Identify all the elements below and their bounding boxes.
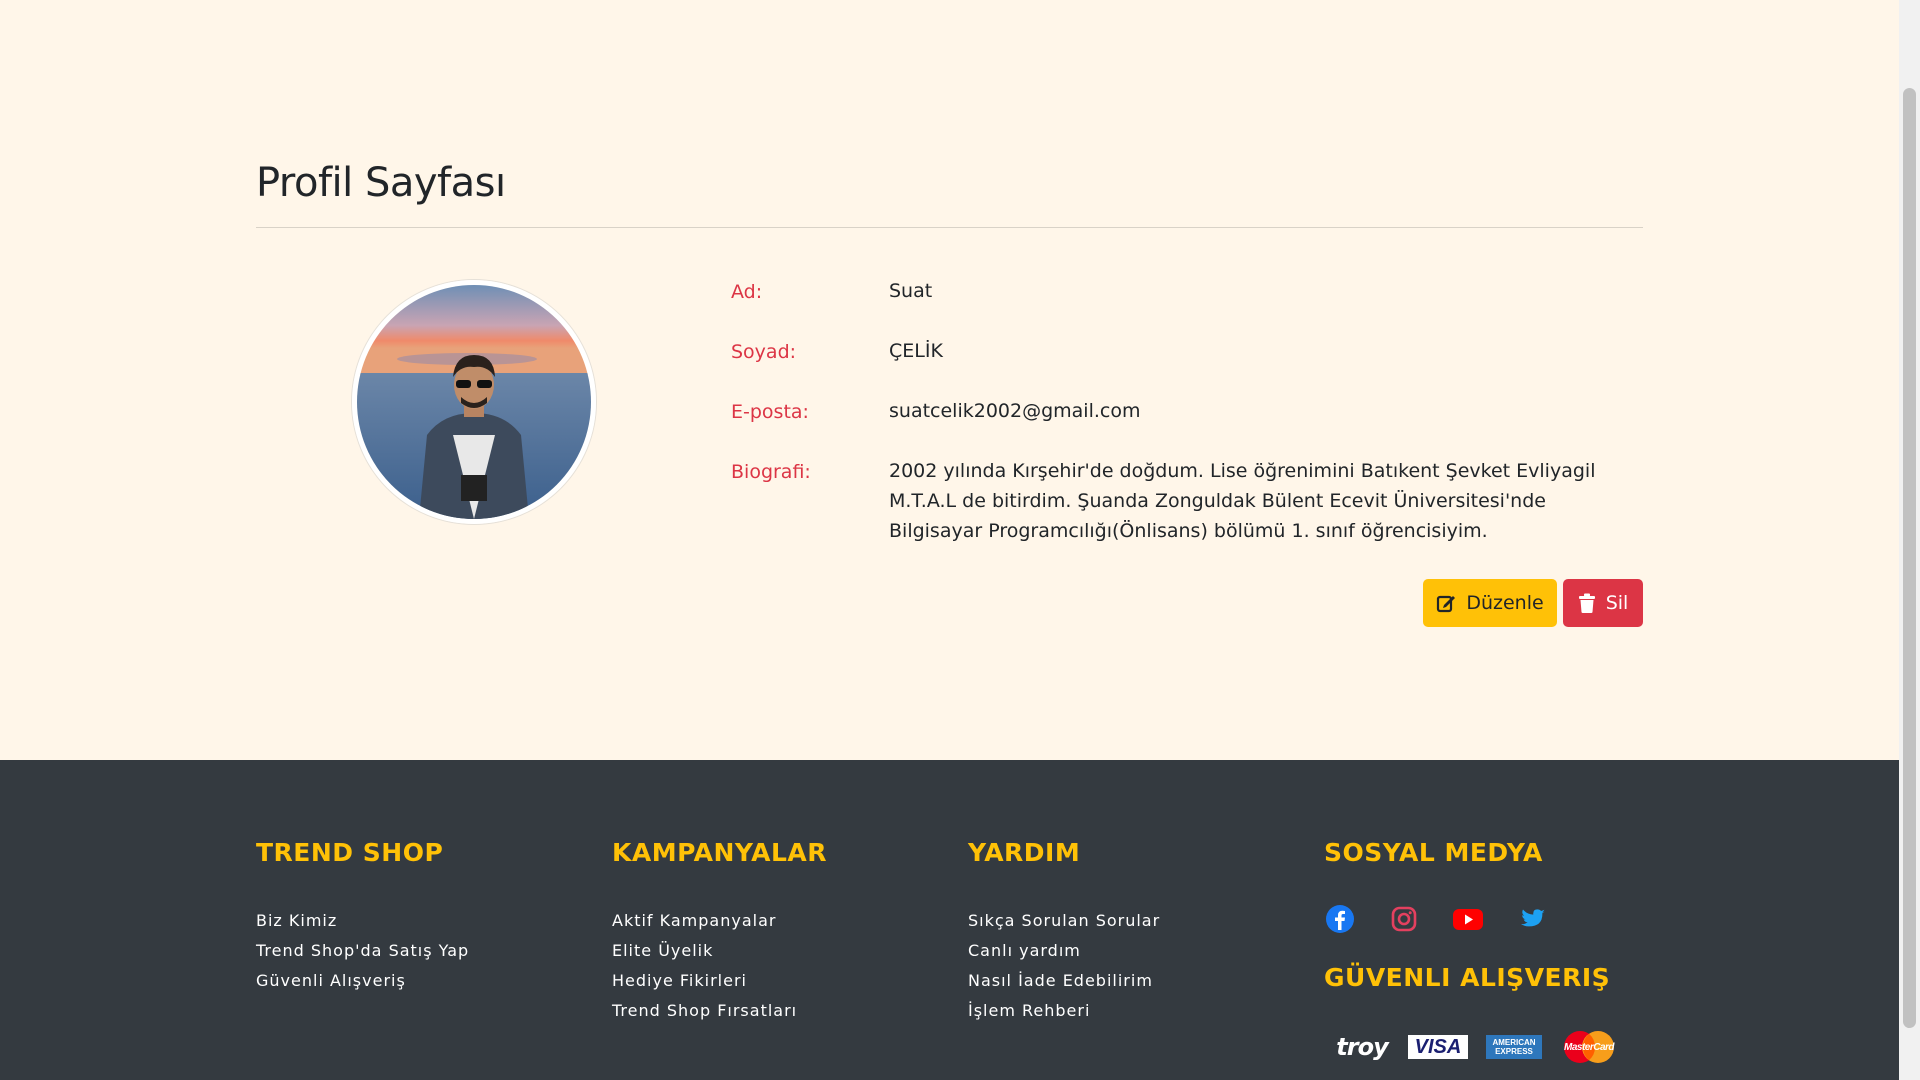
mastercard-logo: MasterCard: [1560, 1030, 1618, 1064]
footer-link[interactable]: Sıkça Sorulan Sorular: [968, 906, 1160, 936]
delete-button[interactable]: Sil: [1563, 579, 1643, 627]
payment-logos: troy VISA AMERICAN EXPRESS MasterCard: [1334, 1030, 1618, 1064]
secure-shopping-heading: GÜVENLI ALIŞVERIŞ: [1324, 963, 1611, 992]
footer-link[interactable]: Trend Shop Fırsatları: [612, 996, 797, 1026]
first-name-value: Suat: [889, 280, 933, 302]
footer-heading: KAMPANYALAR: [612, 838, 827, 867]
avatar-photo: [357, 285, 591, 519]
facebook-icon[interactable]: [1324, 903, 1356, 935]
footer-links: Sıkça Sorulan Sorular Canlı yardım Nasıl…: [968, 906, 1160, 1026]
footer-link[interactable]: Elite Üyelik: [612, 936, 797, 966]
footer-links: Biz Kimiz Trend Shop'da Satış Yap Güvenl…: [256, 906, 469, 996]
footer-link[interactable]: Güvenli Alışveriş: [256, 966, 469, 996]
troy-logo: troy: [1336, 1033, 1388, 1061]
footer-link[interactable]: Aktif Kampanyalar: [612, 906, 797, 936]
footer-link[interactable]: Trend Shop'da Satış Yap: [256, 936, 469, 966]
american-express-logo: AMERICAN EXPRESS: [1486, 1035, 1542, 1059]
email-value: suatcelik2002@gmail.com: [889, 400, 1141, 422]
avatar: [352, 280, 596, 524]
profile-page: Profil Sayfası Ad: Suat Soyad: ÇELİK E-p…: [0, 0, 1899, 1080]
first-name-label: Ad:: [731, 281, 763, 303]
footer-link[interactable]: İşlem Rehberi: [968, 996, 1160, 1026]
vertical-scrollbar[interactable]: [1899, 0, 1920, 1080]
delete-button-label: Sil: [1605, 592, 1629, 614]
youtube-icon[interactable]: [1452, 903, 1484, 935]
instagram-icon[interactable]: [1388, 903, 1420, 935]
email-label: E-posta:: [731, 401, 809, 423]
biography-label: Biografi:: [731, 461, 811, 483]
edit-button-label: Düzenle: [1466, 592, 1544, 614]
footer-heading: TREND SHOP: [256, 838, 444, 867]
footer-link[interactable]: Canlı yardım: [968, 936, 1160, 966]
footer-links: Aktif Kampanyalar Elite Üyelik Hediye Fi…: [612, 906, 797, 1026]
footer-heading: SOSYAL MEDYA: [1324, 838, 1543, 867]
footer-column-campaigns: KAMPANYALAR Aktif Kampanyalar Elite Üyel…: [612, 838, 827, 1020]
page-title: Profil Sayfası: [256, 160, 506, 206]
trash-icon: [1578, 593, 1595, 613]
edit-icon: [1437, 595, 1456, 613]
footer-column-social: SOSYAL MEDYA: [1324, 838, 1543, 867]
footer-column-help: YARDIM Sıkça Sorulan Sorular Canlı yardı…: [968, 838, 1159, 1020]
last-name-label: Soyad:: [731, 341, 797, 363]
edit-button[interactable]: Düzenle: [1423, 579, 1557, 627]
scrollbar-thumb[interactable]: [1903, 88, 1916, 1028]
title-divider: [256, 227, 1643, 228]
footer-link[interactable]: Nasıl İade Edebilirim: [968, 966, 1160, 996]
footer-link[interactable]: Hediye Fikirleri: [612, 966, 797, 996]
footer-link[interactable]: Biz Kimiz: [256, 906, 469, 936]
twitter-icon[interactable]: [1516, 903, 1548, 935]
footer-heading: YARDIM: [968, 838, 1081, 867]
visa-logo: VISA: [1408, 1035, 1468, 1059]
biography-value: 2002 yılında Kırşehir'de doğdum. Lise öğ…: [889, 460, 1596, 542]
footer-column-trend-shop: TREND SHOP Biz Kimiz Trend Shop'da Satış…: [256, 838, 468, 990]
social-links: [1324, 903, 1548, 935]
last-name-value: ÇELİK: [889, 340, 943, 362]
